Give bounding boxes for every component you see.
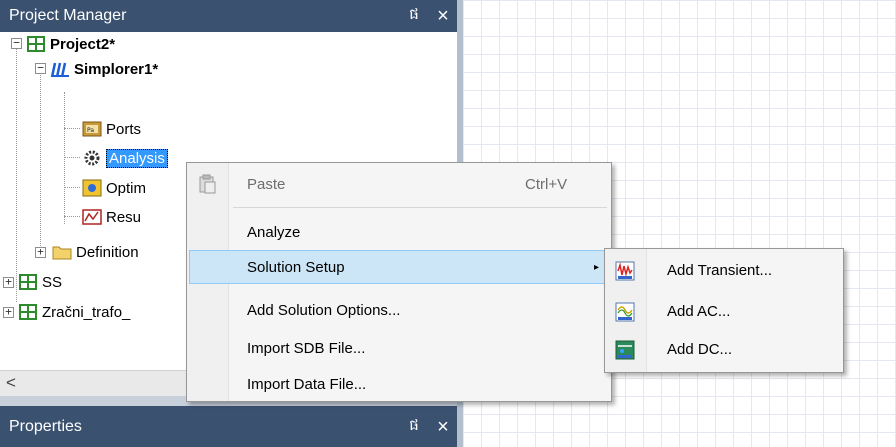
tree-item-ss[interactable]: SS — [18, 271, 62, 293]
gear-icon — [82, 149, 102, 167]
ac-icon — [615, 302, 635, 322]
menu-item-import-data[interactable]: Import Data File... — [189, 367, 609, 401]
paste-label: Paste — [247, 175, 286, 193]
tree-item-design[interactable]: Simplorer1* — [50, 58, 158, 80]
folder-icon — [52, 243, 72, 261]
scroll-left-icon[interactable]: < — [6, 373, 16, 393]
menu-item-add-ac[interactable]: Add AC... — [607, 294, 841, 328]
project-collapse-toggle[interactable]: − — [11, 37, 22, 49]
paste-shortcut: Ctrl+V — [525, 175, 568, 193]
submenu-arrow-icon: ▸ — [594, 261, 600, 273]
menu-item-add-dc[interactable]: Add DC... — [607, 332, 841, 366]
add-transient-label: Add Transient... — [667, 261, 773, 279]
solution-setup-submenu: Add Transient... Add AC... Add DC... — [604, 248, 844, 373]
optimetrics-label: Optim — [106, 179, 147, 197]
transient-icon — [615, 261, 635, 281]
close-icon[interactable]: × — [429, 6, 457, 26]
project-icon — [18, 273, 38, 291]
analyze-label: Analyze — [247, 223, 301, 241]
tree-item-optimetrics[interactable]: Optim — [82, 177, 146, 199]
menu-item-paste[interactable]: Paste Ctrl+V — [189, 167, 609, 201]
project-icon — [18, 303, 38, 321]
definitions-label: Definition — [76, 243, 139, 261]
properties-title: Properties — [9, 417, 82, 435]
project-manager-titlebar: Project Manager ផ × — [0, 0, 457, 32]
tree-item-ports[interactable]: Pa Ports — [82, 118, 141, 140]
design-label: Simplorer1* — [74, 60, 159, 78]
optimetrics-icon — [82, 179, 102, 197]
menu-item-add-transient[interactable]: Add Transient... — [607, 253, 841, 287]
pin-icon[interactable]: ផ — [399, 416, 429, 438]
menu-item-analyze[interactable]: Analyze — [189, 215, 609, 249]
definitions-expand-toggle[interactable]: + — [35, 246, 46, 258]
analysis-label: Analysis — [106, 148, 168, 168]
import-data-label: Import Data File... — [247, 375, 367, 393]
design-collapse-toggle[interactable]: − — [35, 62, 46, 74]
import-sdb-label: Import SDB File... — [247, 339, 366, 357]
simplorer-icon — [50, 60, 70, 78]
clipboard-icon — [197, 174, 217, 194]
project-manager-title: Project Manager — [9, 7, 127, 24]
tree-item-analysis[interactable]: Analysis — [82, 147, 168, 169]
menu-separator — [233, 207, 607, 208]
properties-titlebar: Properties ផ × — [0, 406, 457, 447]
tree-item-project[interactable]: Project2* — [26, 33, 115, 55]
project-label: Project2* — [50, 35, 116, 53]
app-window: Project Manager ផ × − Project2* − Simplo… — [0, 0, 896, 447]
results-icon — [82, 208, 102, 226]
add-dc-label: Add DC... — [667, 340, 733, 358]
tree-item-trafo[interactable]: Zračni_trafo_ — [18, 301, 130, 323]
ss-expand-toggle[interactable]: + — [3, 276, 14, 288]
dc-icon — [615, 340, 635, 360]
results-label: Resu — [106, 208, 142, 226]
menu-item-import-sdb[interactable]: Import SDB File... — [189, 331, 609, 365]
menu-item-add-solution-options[interactable]: Add Solution Options... — [189, 293, 609, 327]
add-solution-options-label: Add Solution Options... — [247, 301, 401, 319]
solution-setup-label: Solution Setup — [247, 258, 345, 276]
ss-label: SS — [42, 273, 63, 291]
pin-icon[interactable]: ផ — [399, 5, 429, 27]
add-ac-label: Add AC... — [667, 302, 731, 320]
close-icon[interactable]: × — [429, 417, 457, 437]
trafo-expand-toggle[interactable]: + — [3, 306, 14, 318]
trafo-label: Zračni_trafo_ — [42, 303, 131, 321]
svg-text:Pa: Pa — [87, 127, 94, 134]
tree-item-results[interactable]: Resu — [82, 206, 141, 228]
project-icon — [26, 35, 46, 53]
context-menu: Paste Ctrl+V Analyze Solution Setup ▸ Ad… — [186, 162, 612, 402]
tree-item-definitions[interactable]: Definition — [52, 241, 139, 263]
ports-icon: Pa — [82, 120, 102, 138]
ports-label: Ports — [106, 120, 142, 138]
menu-item-solution-setup[interactable]: Solution Setup ▸ — [189, 250, 609, 284]
